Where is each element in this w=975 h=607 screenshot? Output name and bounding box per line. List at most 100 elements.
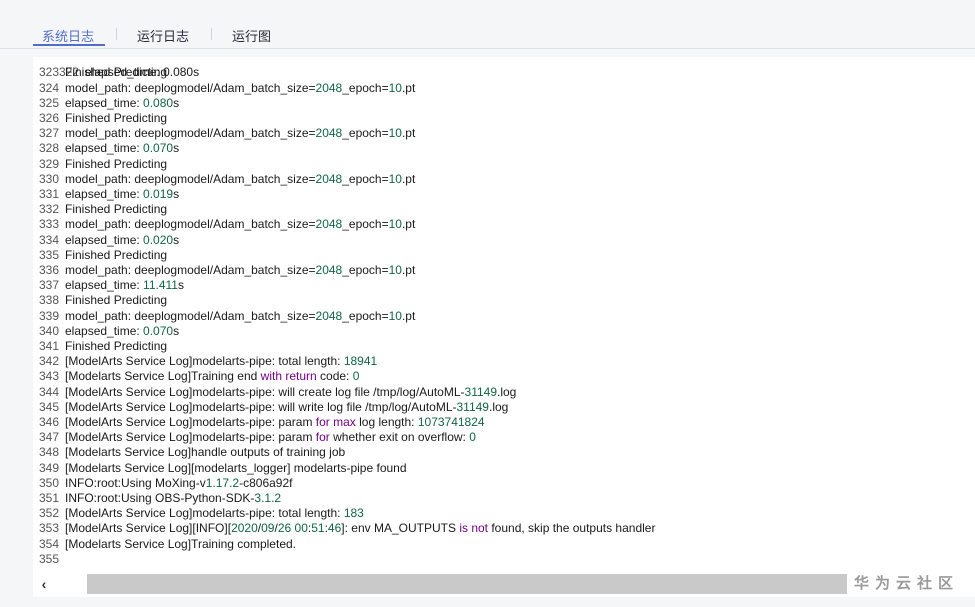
log-number: 2048 [315,217,343,232]
log-text: -c806a92f [239,475,293,490]
log-number: 46 [327,521,342,536]
log-number: 183 [343,506,364,521]
log-text: s [173,232,180,247]
line-number: 340 [38,323,59,338]
log-text: .log [488,399,509,414]
log-line: 339 model_path: deeplogmodel/Adam_batch_s… [33,309,415,324]
line-number: 345 [38,399,59,414]
tab-run-graph[interactable]: 运行图 [232,26,271,45]
line-number: 349 [38,460,59,475]
log-number: 31149 [456,399,489,414]
log-line: 349 [Modelarts Service Log][modelarts_log… [33,461,407,476]
log-text: .pt [401,126,416,141]
line-number: 334 [38,232,59,247]
log-text: _epoch= [342,217,389,232]
line-number: 327 [38,126,59,141]
log-number: 10 [388,262,402,277]
log-line: 336 model_path: deeplogmodel/Adam_batch_s… [33,263,415,278]
log-text: Finished Predicting [65,247,168,262]
line-number: 337 [38,278,59,293]
log-line: 352 [ModelArts Service Log]modelarts-pipe… [33,506,364,521]
log-number: 26 [277,521,292,536]
line-number: 333 [38,217,59,232]
log-number: 0 [352,369,360,384]
log-viewer[interactable]: 322 elapsed_time: 0.080s 323 Finished Pred… [33,57,975,597]
tab-run-log[interactable]: 运行日志 [137,26,189,45]
log-text: s [177,278,184,293]
log-text: .pt [401,262,416,277]
log-text: elapsed_time: [65,95,144,110]
log-line: 325 elapsed_time: 0.080s [33,96,179,111]
log-line: 355 [33,552,65,567]
log-text: .pt [401,80,416,95]
log-number: 0.070 [143,141,174,156]
log-line: 326 Finished Predicting [33,111,167,126]
log-text: Finished Predicting [65,293,168,308]
log-line: 345 [ModelArts Service Log]modelarts-pipe… [33,400,508,415]
tab-system-log[interactable]: 系统日志 [42,26,94,45]
log-number: 2048 [315,126,343,141]
active-tab-indicator [33,44,105,46]
log-number: 0 [469,430,476,445]
line-number: 352 [38,506,59,521]
line-number: 355 [38,551,59,566]
log-text: found, skip the outputs handler [488,521,656,536]
line-number: 330 [38,171,59,186]
tab-bar: 系统日志 运行日志 运行图 [0,0,975,49]
log-line: 323 Finished Predicting [33,65,167,80]
log-text: [ModelArts Service Log]modelarts-pipe: p… [65,414,316,429]
log-line: 330 model_path: deeplogmodel/Adam_batch_s… [33,172,415,187]
log-text: INFO:root:Using MoXing-v [65,475,206,490]
log-number: 00 [294,521,308,536]
log-text: code: [316,369,353,384]
line-number: 353 [38,521,59,536]
log-text: s [173,323,180,338]
line-number: 323 [38,65,59,80]
line-number: 339 [38,308,59,323]
log-number: 31149 [464,384,497,399]
scrollbar-thumb[interactable] [87,574,847,594]
log-text: model_path: deeplogmodel/Adam_batch_size… [65,126,316,141]
log-number: 09 [261,521,275,536]
log-text: [ModelArts Service Log][INFO][ [65,521,232,536]
line-number: 332 [38,202,59,217]
log-text: Finished Predicting [65,110,168,125]
log-text: _epoch= [342,262,389,277]
log-text: log length: [355,414,418,429]
chevron-left-icon[interactable]: ‹ [33,572,55,596]
log-text: model_path: deeplogmodel/Adam_batch_size… [65,217,316,232]
log-text: INFO:root:Using OBS-Python-SDK- [65,490,255,505]
log-text: elapsed_time: [65,278,144,293]
log-line: 343 [Modelarts Service Log]Training end w… [33,369,359,384]
log-number: 2020 [231,521,258,536]
log-keyword: for [315,430,330,445]
line-number: 325 [38,95,59,110]
log-number: 2048 [315,262,343,277]
log-line: 324 model_path: deeplogmodel/Adam_batch_s… [33,81,415,96]
log-line: 354 [Modelarts Service Log]Training compl… [33,537,296,552]
log-line-partial: 322 elapsed_time: 0.080s [58,65,200,80]
log-keyword: is not [459,521,488,536]
log-number: 1073741824 [417,414,485,429]
log-text: .pt [401,217,416,232]
log-text: s [173,186,180,201]
line-number: 350 [38,475,59,490]
log-line: 342 [ModelArts Service Log]modelarts-pipe… [33,354,377,369]
line-number: 348 [38,445,59,460]
log-line: 328 elapsed_time: 0.070s [33,141,179,156]
line-number: 342 [38,354,59,369]
log-number: 10 [388,171,402,186]
line-number: 346 [38,414,59,429]
log-text: [Modelarts Service Log]Training end [65,369,261,384]
log-number: 0.020 [143,232,174,247]
log-line: 327 model_path: deeplogmodel/Adam_batch_s… [33,126,415,141]
log-line: 348 [Modelarts Service Log]handle outputs… [33,445,345,460]
log-text: model_path: deeplogmodel/Adam_batch_size… [65,262,316,277]
log-number: 18941 [343,354,378,369]
log-text: [Modelarts Service Log]handle outputs of… [65,445,346,460]
log-number: 10 [388,126,402,141]
log-number: 11.411 [143,278,178,293]
log-text: .pt [401,171,416,186]
log-line: 346 [ModelArts Service Log]modelarts-pipe… [33,415,485,430]
line-number: 344 [38,384,59,399]
